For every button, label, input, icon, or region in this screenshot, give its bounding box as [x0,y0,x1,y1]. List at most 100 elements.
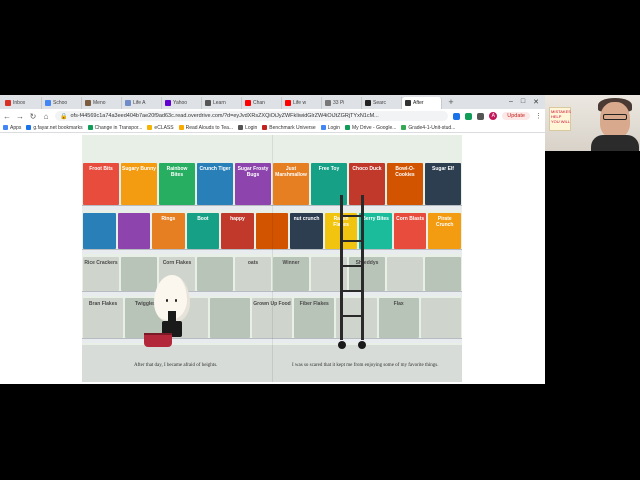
maximize-icon[interactable]: □ [521,98,525,106]
cereal-box: Just Marshmallow [273,163,309,205]
bookmark-apps[interactable]: Apps [3,125,21,131]
presenter-shirt [591,135,639,151]
cereal-box [83,213,116,249]
tab-label: Yahoo [173,100,188,106]
tab-school[interactable]: Schoo [42,97,82,109]
cereal-box: Boot [186,213,220,249]
tab-label: Life A [133,100,146,106]
rolling-ladder-illustration [338,195,366,349]
bookmark-item[interactable]: g.fayar.net bookmarks [26,125,83,131]
webcam-feed: MISTAKES HELP YOU WILL [545,95,640,151]
tab-life-a[interactable]: Life A [122,97,162,109]
bookmark-label: My Drive - Google... [351,124,397,131]
bookmark-icon [147,125,153,130]
cereal-box [117,213,151,249]
window-controls: – □ ✕ [509,98,545,106]
bookmarks-bar: Apps g.fayar.net bookmarks Change in Tra… [0,123,545,133]
screen: Inbox Schoo Meno Life A Yahoo Learn Chan… [0,0,640,480]
cereal-box [197,257,233,291]
tab-label: 33 Pi [333,100,345,106]
egg-character [154,275,190,323]
cereal-box: Bowl-O-Cookies [387,163,423,205]
yahoo-icon [165,100,171,106]
book-spread[interactable]: Froot Bits Sugary Bunny Rainbow Bites Crunc… [82,135,462,382]
cereal-box: Winner [273,257,309,291]
wall-poster-text: MISTAKES HELP YOU WILL [551,109,571,124]
lock-icon[interactable]: 🔒 [60,113,67,120]
bookmark-label: Grade4-1-Unit-stud... [408,124,456,131]
bookmark-item[interactable]: My Drive - Google... [344,124,397,131]
browser-window: Inbox Schoo Meno Life A Yahoo Learn Chan… [0,95,545,384]
reload-icon[interactable]: ↻ [29,112,37,121]
tab-label: After [413,100,424,106]
cereal-box: oats [235,257,271,291]
tab-label: Meno [93,100,106,106]
tab-yahoo[interactable]: Yahoo [162,97,202,109]
tab-label: Searc [373,100,387,106]
bookmark-icon [401,125,407,130]
bookmark-item[interactable]: Benchmark Universe [262,124,316,131]
bookmark-label: Read Alouds to Tea... [185,124,234,131]
cereal-box: nut crunch [290,213,323,249]
address-bar[interactable]: 🔒 ofs-f44569c1a74a3eed404b7ae20f9ad63c.r… [55,111,449,121]
menu-icon[interactable]: ⋮ [535,112,542,120]
tab-life-w[interactable]: Life w [282,97,322,109]
extension-icon[interactable] [465,112,473,120]
cereal-box: Froot Bits [83,163,119,205]
cereal-box: Rice Crackers [83,257,119,291]
bookmark-item[interactable]: Login [238,125,257,131]
url-text: ofs-f44569c1a74a3eed404b7ae20f9ad63c.rea… [70,113,379,119]
forward-icon[interactable]: → [16,112,24,121]
tab-after[interactable]: After [402,97,442,109]
bookmark-icon [238,125,244,130]
apps-icon [3,125,8,130]
profile-avatar[interactable]: A [489,112,498,120]
tab-favicon-icon [205,100,211,106]
bookmark-item[interactable]: Read Alouds to Tea... [178,124,234,131]
bookmark-label: Change in Transpor... [94,124,143,131]
new-tab-button[interactable]: + [446,97,456,107]
bookmark-icon [320,125,326,130]
minimize-icon[interactable]: – [509,98,513,106]
tab-favicon-icon [45,100,51,106]
cereal-box [387,257,423,291]
bookmark-item[interactable]: Login [320,125,340,131]
cereal-box: Fiber Flakes [294,298,335,338]
bookmark-label: eCLASS [154,124,174,131]
bookmark-item[interactable]: Grade4-1-Unit-stud... [401,125,455,131]
update-button[interactable]: Update [502,112,530,120]
bookmark-icon [262,125,268,130]
cereal-box: Corn Blasts [393,213,427,249]
cereal-box: Sugar Elf [425,163,461,205]
tab-33-pi[interactable]: 33 Pi [322,97,362,109]
cereal-box: Bran Flakes [83,298,124,338]
tab-chan[interactable]: Chan [242,97,282,109]
tab-label: Learn [213,100,226,106]
egg-tie [168,311,176,321]
tab-inbox[interactable]: Inbox [2,97,42,109]
bookmark-item[interactable]: Change in Transpor... [87,124,143,131]
tab-favicon-icon [325,100,331,106]
tab-strip: Inbox Schoo Meno Life A Yahoo Learn Chan… [0,95,545,109]
tab-favicon-icon [405,100,411,106]
egg-eye [175,299,177,302]
cereal-box: Pirate Crunch [428,213,461,249]
extension-icon[interactable] [453,112,461,120]
close-icon[interactable]: ✕ [533,98,539,106]
back-icon[interactable]: ← [3,112,11,121]
home-icon[interactable]: ⌂ [42,112,50,121]
tab-meno[interactable]: Meno [82,97,122,109]
tab-learn[interactable]: Learn [202,97,242,109]
cereal-box: Flax [378,298,419,338]
caption-right: I was so scared that it kept me from enj… [292,363,439,368]
puzzle-icon[interactable] [477,112,485,120]
presenter-glasses [603,114,627,120]
bookmark-label: Benchmark Universe [269,124,316,131]
caption-left: After that day, I became afraid of heigh… [134,363,218,368]
presenter-face [600,102,630,138]
tab-search[interactable]: Searc [362,97,402,109]
bookmark-item[interactable]: eCLASS [147,124,174,131]
cereal-box [121,257,157,291]
cereal-box [209,298,250,338]
gmail-icon [5,100,11,106]
